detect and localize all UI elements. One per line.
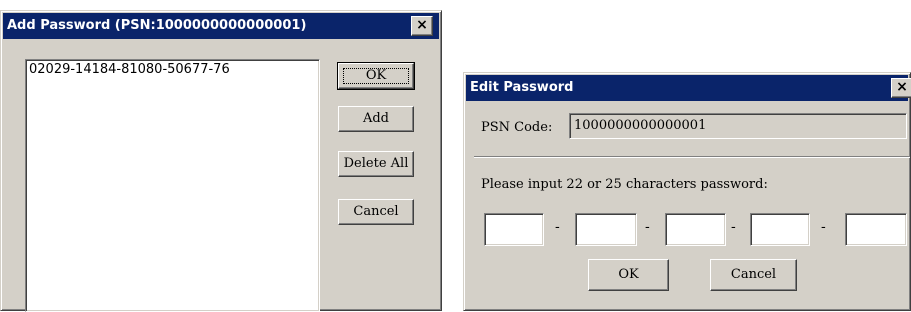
password-field-3[interactable] [665, 213, 726, 246]
psn-code-field: 1000000000000001 [569, 113, 907, 139]
edit-password-titlebar: Edit Password [466, 75, 908, 101]
password-prompt: Please input 22 or 25 characters passwor… [481, 177, 768, 192]
cancel-button-label: Cancel [353, 204, 399, 219]
add-password-title: Add Password (PSN:1000000000000001) [7, 18, 307, 33]
separator: - [645, 219, 650, 235]
password-field-1[interactable] [484, 213, 544, 246]
password-field-4[interactable] [750, 213, 810, 246]
ok-button-label: OK [618, 267, 639, 282]
password-list[interactable]: 02029-14184-81080-50677-76 [25, 59, 320, 312]
separator: - [731, 219, 736, 235]
cancel-button[interactable]: Cancel [338, 199, 414, 225]
close-button[interactable]: × [891, 78, 911, 98]
edit-password-dialog: Edit Password × PSN Code: 10000000000000… [463, 72, 911, 311]
separator: - [555, 219, 560, 235]
add-button-label: Add [362, 111, 390, 126]
close-button[interactable]: × [411, 16, 433, 36]
add-button[interactable]: Add [338, 106, 414, 132]
ok-button[interactable]: OK [588, 259, 669, 291]
password-field-5[interactable] [845, 213, 907, 246]
psn-code-label: PSN Code: [481, 120, 553, 135]
password-field-2[interactable] [575, 213, 637, 246]
psn-code-value: 1000000000000001 [574, 118, 707, 133]
close-icon: × [896, 79, 908, 95]
close-icon: × [416, 17, 428, 33]
delete-all-button[interactable]: Delete All [338, 151, 414, 177]
cancel-button[interactable]: Cancel [710, 259, 797, 291]
cancel-button-label: Cancel [730, 267, 777, 282]
delete-all-button-label: Delete All [343, 156, 409, 171]
ok-button[interactable]: OK [337, 62, 415, 90]
divider [474, 156, 910, 158]
add-password-dialog: Add Password (PSN:1000000000000001) × 02… [0, 10, 442, 312]
separator: - [821, 219, 826, 235]
focus-rect [343, 68, 409, 84]
list-item[interactable]: 02029-14184-81080-50677-76 [29, 62, 230, 77]
edit-password-title: Edit Password [470, 80, 574, 95]
add-password-titlebar: Add Password (PSN:1000000000000001) [3, 13, 439, 39]
